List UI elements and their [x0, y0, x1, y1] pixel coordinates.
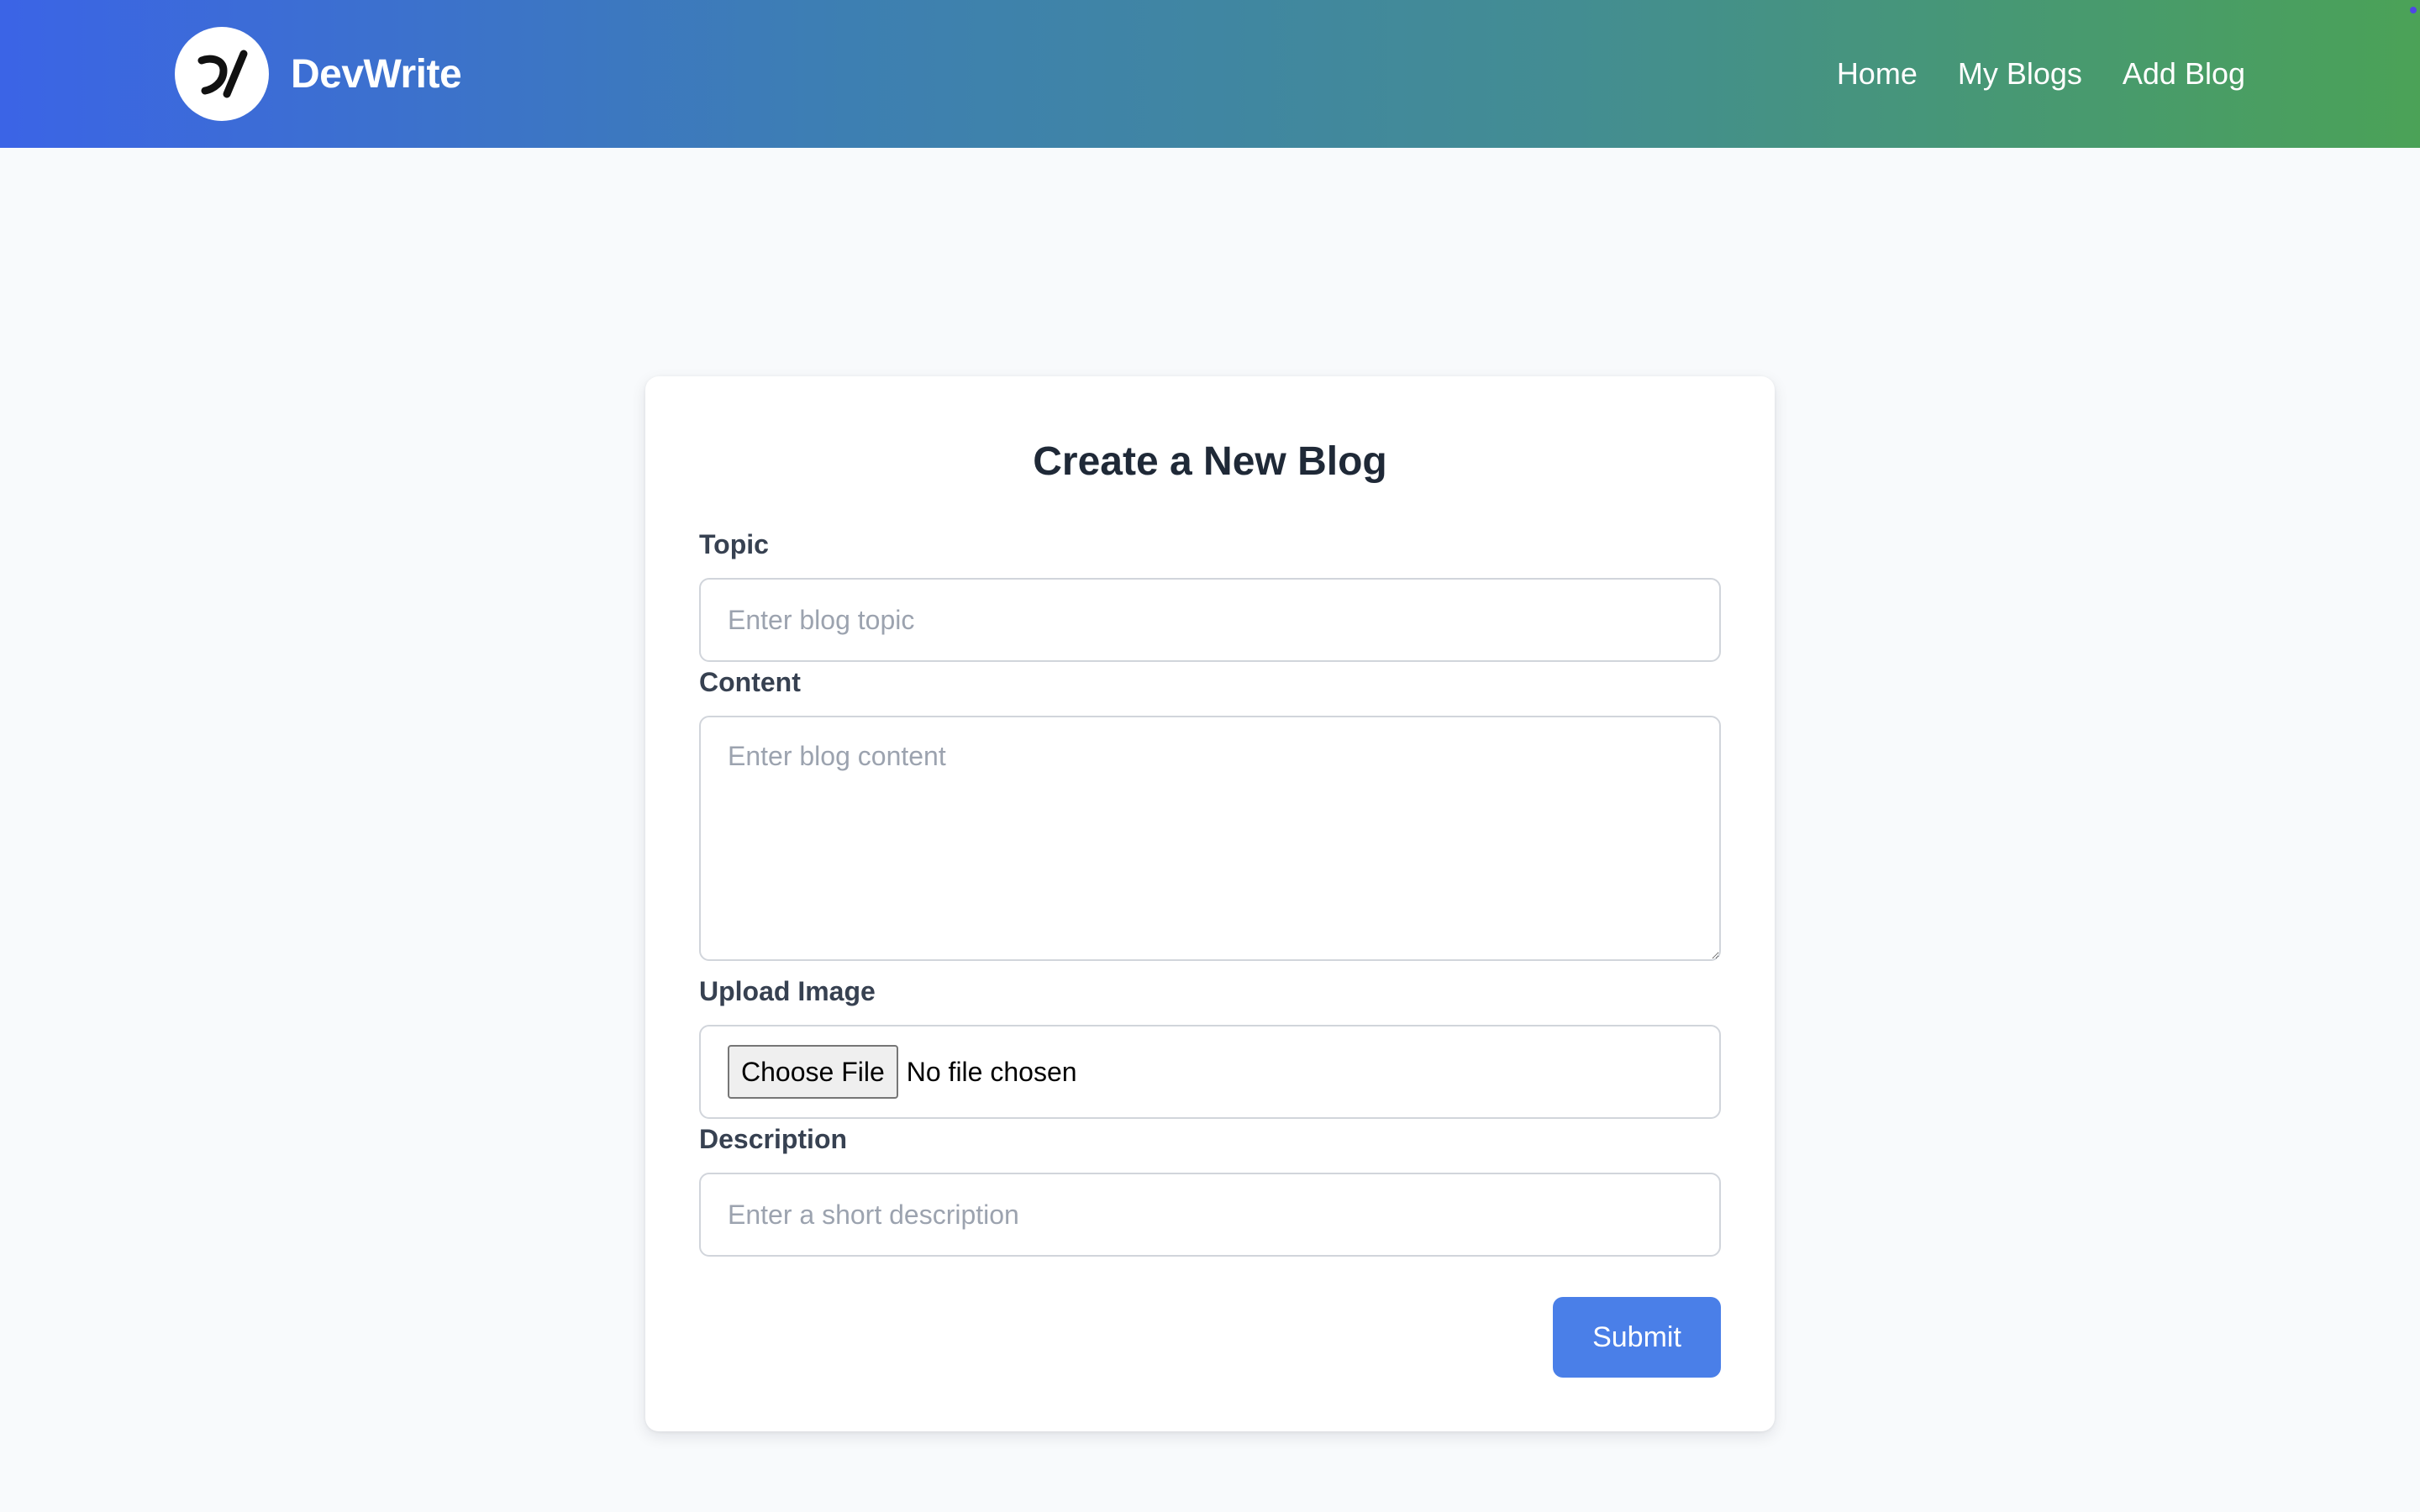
- choose-file-button[interactable]: Choose File: [728, 1045, 898, 1099]
- main-nav: Home My Blogs Add Blog: [1797, 0, 2245, 148]
- nav-link-home[interactable]: Home: [1837, 56, 1918, 92]
- file-status-text: No file chosen: [906, 1056, 1077, 1087]
- description-label: Description: [699, 1124, 848, 1154]
- content-textarea[interactable]: [699, 716, 1721, 961]
- upload-image-label: Upload Image: [699, 976, 876, 1006]
- page-title: Create a New Blog: [1033, 439, 1387, 484]
- nav-link-my-blogs[interactable]: My Blogs: [1958, 56, 2082, 92]
- create-blog-card: Create a New Blog Topic Content Upload I…: [645, 376, 1775, 1431]
- corner-indicator-dot: [2410, 7, 2417, 13]
- top-navbar: DevWrite Home My Blogs Add Blog: [0, 0, 2420, 148]
- image-file-input: Choose File No file chosen: [699, 1025, 1721, 1119]
- description-input[interactable]: [699, 1173, 1721, 1257]
- submit-button[interactable]: Submit: [1553, 1297, 1721, 1378]
- nav-link-add-blog[interactable]: Add Blog: [2123, 56, 2245, 92]
- devwrite-logo-icon: [175, 27, 269, 121]
- brand-home-link[interactable]: DevWrite: [175, 27, 462, 121]
- brand-name: DevWrite: [291, 51, 462, 97]
- topic-label: Topic: [699, 529, 769, 559]
- content-label: Content: [699, 667, 801, 697]
- topic-input[interactable]: [699, 578, 1721, 662]
